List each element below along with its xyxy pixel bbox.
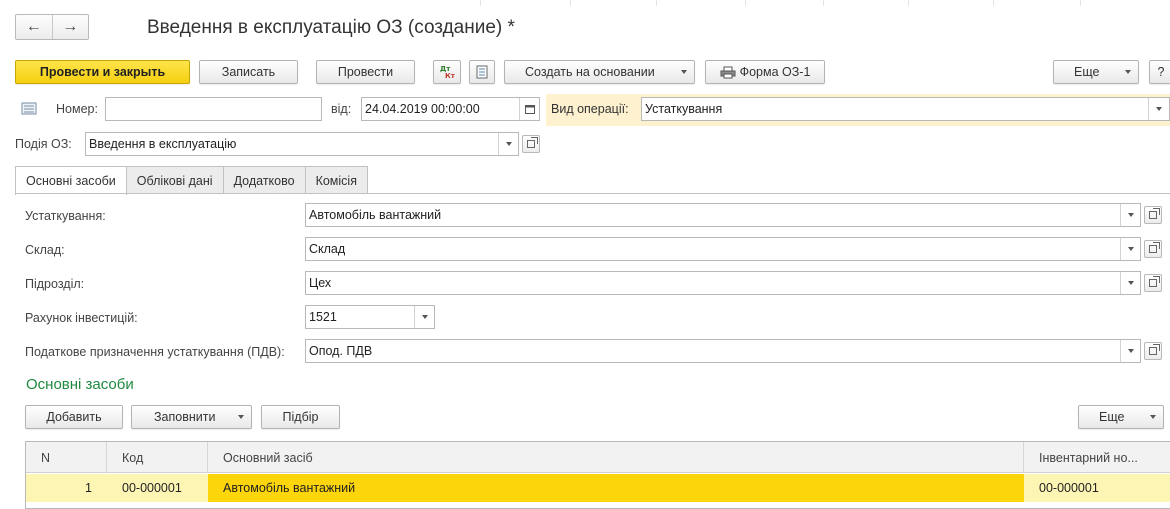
navigation-buttons: ← → xyxy=(15,14,89,40)
save-button[interactable]: Записать xyxy=(199,60,298,84)
table-more-button[interactable]: Еще xyxy=(1078,405,1164,429)
help-button[interactable]: ? xyxy=(1149,60,1170,84)
section-title: Основні засоби xyxy=(26,376,134,393)
cell-inventory: 00-000001 xyxy=(1039,481,1099,495)
fill-button[interactable]: Заповнити xyxy=(131,405,252,429)
event-select[interactable]: Введення в експлуатацію xyxy=(85,132,519,156)
more-button[interactable]: Еще xyxy=(1053,60,1139,84)
open-icon[interactable] xyxy=(1144,206,1162,224)
svg-text:Кт: Кт xyxy=(445,72,456,80)
date-value: 24.04.2019 00:00:00 xyxy=(365,102,480,116)
event-label: Подія ОЗ: xyxy=(15,137,72,151)
warehouse-value: Склад xyxy=(309,242,346,256)
open-icon[interactable] xyxy=(1144,240,1162,258)
investment-account-label: Рахунок інвестицій: xyxy=(25,311,138,325)
assets-table: N Код Основний засіб Інвентарний но... 1… xyxy=(25,441,1170,509)
list-icon xyxy=(21,102,37,115)
forward-arrow-icon[interactable]: → xyxy=(53,15,89,39)
top-grid-lines xyxy=(0,0,1170,6)
department-select[interactable]: Цех xyxy=(305,271,1141,295)
chevron-down-icon[interactable] xyxy=(414,306,434,328)
equipment-label: Устаткування: xyxy=(25,209,106,223)
chevron-down-icon[interactable] xyxy=(498,133,518,155)
column-inventory[interactable]: Інвентарний но... xyxy=(1024,442,1170,473)
chevron-down-icon xyxy=(1150,415,1156,419)
open-icon[interactable] xyxy=(1144,342,1162,360)
create-based-on-label: Создать на основании xyxy=(525,65,655,79)
warehouse-select[interactable]: Склад xyxy=(305,237,1141,261)
chevron-down-icon xyxy=(681,70,687,74)
tab-bar: Основні засоби Облікові дані Додатково К… xyxy=(15,166,368,195)
warehouse-label: Склад: xyxy=(25,243,65,257)
chevron-down-icon xyxy=(1125,70,1131,74)
chevron-down-icon[interactable] xyxy=(1148,98,1168,120)
chevron-down-icon[interactable] xyxy=(1120,272,1140,294)
tab-fixed-assets[interactable]: Основні засоби xyxy=(15,166,127,195)
department-value: Цех xyxy=(309,276,332,290)
table-more-label: Еще xyxy=(1099,410,1125,424)
fill-label: Заповнити xyxy=(154,410,216,424)
investment-account-value: 1521 xyxy=(309,310,337,324)
tab-commission[interactable]: Комісія xyxy=(304,166,368,194)
tax-purpose-label: Податкове призначення устаткування (ПДВ)… xyxy=(25,345,285,359)
column-asset[interactable]: Основний засіб xyxy=(208,442,1024,473)
operation-type-select[interactable]: Устаткування xyxy=(641,97,1170,121)
post-button[interactable]: Провести xyxy=(316,60,415,84)
cell-asset[interactable]: Автомобіль вантажний xyxy=(208,474,1024,502)
column-n[interactable]: N xyxy=(26,442,107,473)
tab-divider xyxy=(15,193,1170,194)
cell-code: 00-000001 xyxy=(122,481,182,495)
page-title: Введення в експлуатацію ОЗ (создание) * xyxy=(147,17,515,38)
document-list-icon[interactable] xyxy=(469,60,495,84)
tab-accounting-data[interactable]: Облікові дані xyxy=(125,166,224,194)
chevron-down-icon[interactable] xyxy=(1120,238,1140,260)
equipment-value: Автомобіль вантажний xyxy=(309,208,442,222)
tax-purpose-select[interactable]: Опод. ПДВ xyxy=(305,339,1141,363)
chevron-down-icon[interactable] xyxy=(1120,340,1140,362)
post-and-close-button[interactable]: Провести и закрыть xyxy=(15,60,190,84)
table-header: N Код Основний засіб Інвентарний но... xyxy=(26,442,1170,473)
print-form-label: Форма ОЗ-1 xyxy=(739,65,811,79)
calendar-icon[interactable] xyxy=(519,98,539,120)
open-icon[interactable] xyxy=(522,135,540,153)
print-form-button[interactable]: Форма ОЗ-1 xyxy=(705,60,825,84)
chevron-down-icon xyxy=(238,415,244,419)
tax-purpose-value: Опод. ПДВ xyxy=(309,344,373,358)
more-label: Еще xyxy=(1074,65,1100,79)
operation-type-value: Устаткування xyxy=(645,102,723,116)
department-label: Підрозділ: xyxy=(25,277,85,291)
tab-additional[interactable]: Додатково xyxy=(222,166,306,194)
operation-type-label: Вид операції: xyxy=(551,102,629,116)
chevron-down-icon[interactable] xyxy=(1120,204,1140,226)
pick-button[interactable]: Підбір xyxy=(261,405,340,429)
investment-account-select[interactable]: 1521 xyxy=(305,305,435,329)
column-code[interactable]: Код xyxy=(107,442,208,473)
date-label: від: xyxy=(331,102,352,116)
create-based-on-button[interactable]: Создать на основании xyxy=(504,60,695,84)
dt-kt-icon[interactable]: Дт Кт xyxy=(433,60,461,84)
table-row[interactable]: 1 00-000001 Автомобіль вантажний 00-0000… xyxy=(26,474,1170,502)
printer-icon xyxy=(720,66,736,78)
open-icon[interactable] xyxy=(1144,274,1162,292)
equipment-select[interactable]: Автомобіль вантажний xyxy=(305,203,1141,227)
back-arrow-icon[interactable]: ← xyxy=(16,15,53,39)
add-button[interactable]: Добавить xyxy=(25,405,123,429)
date-field[interactable]: 24.04.2019 00:00:00 xyxy=(361,97,540,121)
number-field[interactable] xyxy=(105,97,322,121)
number-label: Номер: xyxy=(56,102,98,116)
cell-n: 1 xyxy=(85,481,92,495)
event-value: Введення в експлуатацію xyxy=(89,137,237,151)
